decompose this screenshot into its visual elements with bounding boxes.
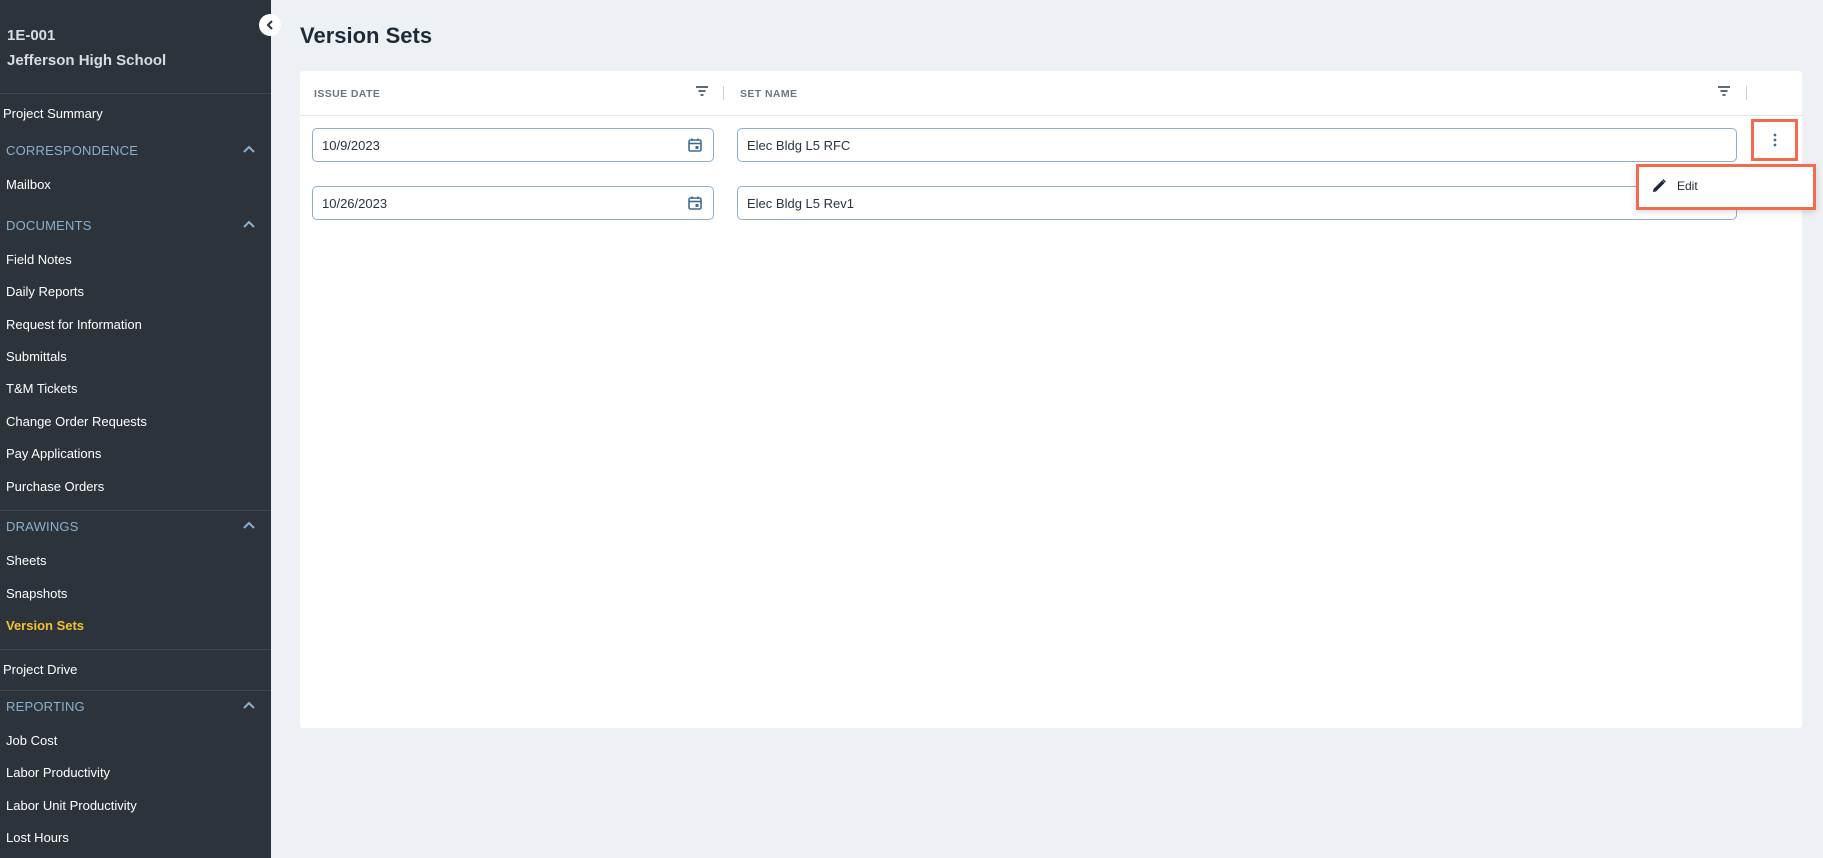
nav-project-drive[interactable]: Project Drive [3, 662, 77, 677]
chevron-left-icon [266, 20, 273, 30]
section-label: REPORTING [6, 699, 85, 714]
chevron-up-icon [243, 220, 255, 228]
chevron-up-icon [243, 521, 255, 529]
divider [0, 690, 271, 691]
issue-date-value: 10/9/2023 [322, 137, 380, 153]
chevron-up-icon [243, 701, 255, 709]
nav-version-sets[interactable]: Version Sets [6, 618, 84, 633]
nav-labor-unit-productivity[interactable]: Labor Unit Productivity [6, 798, 137, 813]
nav-purchase-orders[interactable]: Purchase Orders [6, 479, 104, 494]
issue-date-value: 10/26/2023 [322, 195, 388, 211]
section-reporting[interactable]: REPORTING [6, 699, 256, 714]
header-divider [300, 115, 1802, 116]
page-title: Version Sets [300, 23, 433, 48]
nav-tm-tickets[interactable]: T&M Tickets [6, 381, 78, 396]
nav-snapshots[interactable]: Snapshots [6, 586, 67, 601]
project-code: 1E-001 [7, 27, 56, 44]
nav-change-order-requests[interactable]: Change Order Requests [6, 414, 147, 429]
filter-icon[interactable] [1717, 85, 1731, 97]
nav-daily-reports[interactable]: Daily Reports [6, 284, 84, 299]
collapse-sidebar-button[interactable] [259, 14, 281, 36]
pencil-icon [1653, 179, 1666, 192]
nav-labor-productivity[interactable]: Labor Productivity [6, 765, 110, 780]
set-name-field[interactable]: Elec Bldg L5 RFC [737, 128, 1737, 162]
row-actions-menu: Edit [1636, 164, 1816, 210]
menu-item-label: Edit [1677, 179, 1698, 193]
calendar-icon[interactable] [687, 195, 703, 211]
nav-submittals[interactable]: Submittals [6, 349, 67, 364]
section-documents[interactable]: DOCUMENTS [6, 218, 256, 233]
nav-lost-hours[interactable]: Lost Hours [6, 830, 69, 845]
row-actions-button[interactable] [1751, 119, 1798, 161]
set-name-value: Elec Bldg L5 Rev1 [747, 195, 854, 211]
column-header-issue-date[interactable]: ISSUE DATE [314, 88, 380, 100]
nav-project-summary[interactable]: Project Summary [3, 106, 103, 121]
nav-field-notes[interactable]: Field Notes [6, 252, 72, 267]
section-label: CORRESPONDENCE [6, 143, 139, 158]
section-correspondence[interactable]: CORRESPONDENCE [6, 143, 256, 158]
filter-icon[interactable] [695, 85, 709, 97]
project-name: Jefferson High School [7, 52, 167, 69]
nav-sheets[interactable]: Sheets [6, 553, 46, 568]
divider [0, 510, 271, 511]
nav-request-for-information[interactable]: Request for Information [6, 317, 142, 332]
more-vertical-icon [1773, 133, 1776, 147]
set-name-field[interactable]: Elec Bldg L5 Rev1 [737, 186, 1737, 220]
column-header-set-name[interactable]: SET NAME [740, 88, 797, 100]
calendar-icon[interactable] [687, 137, 703, 153]
issue-date-field[interactable]: 10/9/2023 [312, 128, 714, 162]
project-header: 1E-001 Jefferson High School [0, 0, 271, 94]
section-label: DOCUMENTS [6, 218, 92, 233]
chevron-up-icon [243, 145, 255, 153]
column-separator[interactable] [1746, 86, 1747, 100]
set-name-value: Elec Bldg L5 RFC [747, 137, 851, 153]
divider [0, 649, 271, 650]
issue-date-field[interactable]: 10/26/2023 [312, 186, 714, 220]
nav-job-cost[interactable]: Job Cost [6, 733, 57, 748]
sidebar: 1E-001 Jefferson High School Project Sum… [0, 0, 271, 858]
version-sets-panel [300, 71, 1802, 728]
nav-pay-applications[interactable]: Pay Applications [6, 446, 101, 461]
column-separator[interactable] [723, 86, 724, 100]
menu-item-edit[interactable]: Edit [1651, 175, 1801, 197]
section-drawings[interactable]: DRAWINGS [6, 519, 256, 534]
nav-mailbox[interactable]: Mailbox [6, 177, 51, 192]
section-label: DRAWINGS [6, 519, 79, 534]
